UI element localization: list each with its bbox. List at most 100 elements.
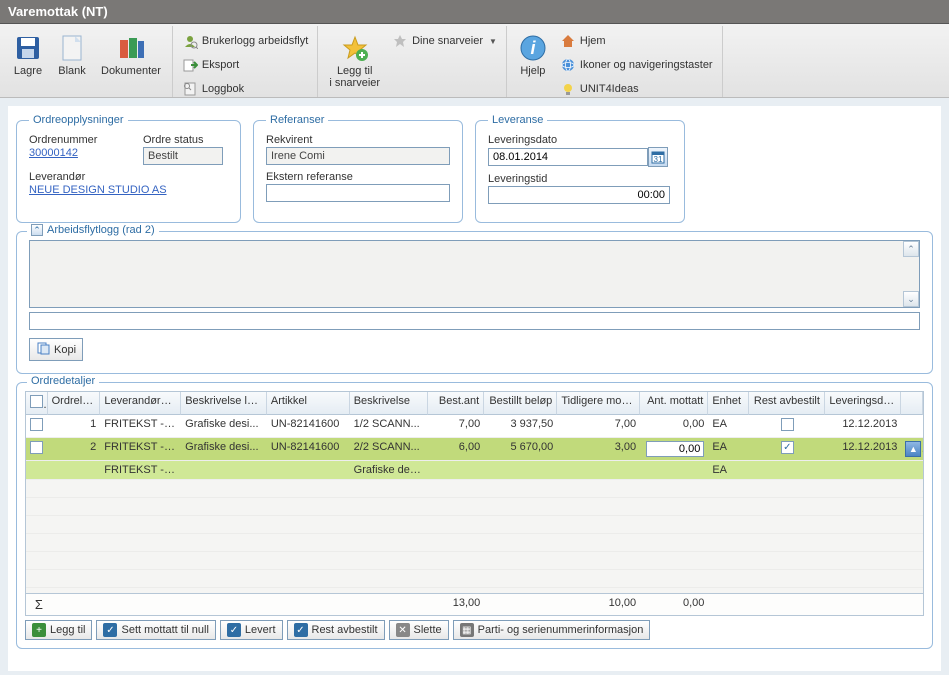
svg-text:31: 31 <box>654 155 663 164</box>
documents-button[interactable]: Dokumenter <box>94 28 168 80</box>
col-order-amount[interactable]: Bestillt beløp <box>484 392 557 415</box>
delivtime-input[interactable] <box>488 186 670 204</box>
references-panel: Referanser Rekvirent Ekstern referanse <box>253 114 463 223</box>
delivtime-label: Leveringstid <box>488 173 672 185</box>
cell-unit: EA <box>708 438 749 460</box>
collapse-icon[interactable]: ⌃ <box>31 224 43 236</box>
plus-icon: + <box>32 623 46 637</box>
star-add-icon <box>340 33 370 63</box>
userlog-label: Brukerlogg arbeidsflyt <box>202 35 308 47</box>
cell-delivery-date: 12.12.2013 <box>825 438 901 460</box>
row-checkbox[interactable] <box>30 418 43 431</box>
userlog-workflow-button[interactable]: Brukerlogg arbeidsflyt <box>177 30 313 52</box>
col-article[interactable]: Artikkel <box>267 392 350 415</box>
cell-article: UN-82141600 <box>267 415 350 437</box>
add-shortcut-label2: i snarveier <box>329 77 380 89</box>
grid-header-row: Ordrelinje Leverandørar... Beskrivelse l… <box>26 392 923 415</box>
blank-button[interactable]: Blank <box>50 28 94 80</box>
batch-label: Parti- og serienummerinformasjon <box>478 624 644 636</box>
requisitioner-field <box>266 147 450 165</box>
collapse-row-icon[interactable]: ▲ <box>905 441 921 457</box>
export-label: Eksport <box>202 59 239 71</box>
delivdate-input[interactable] <box>488 148 648 166</box>
table-row[interactable]: 1 FRITEKST - N... Grafiske desi... UN-82… <box>26 415 923 438</box>
copy-label: Kopi <box>54 344 76 356</box>
order-info-legend: Ordreopplysninger <box>29 114 128 126</box>
lightbulb-icon <box>560 81 576 97</box>
delivered-button[interactable]: ✓Levert <box>220 620 283 640</box>
save-button[interactable]: Lagre <box>6 28 50 80</box>
workflow-log-textarea[interactable]: ⌃ ⌄ <box>29 240 920 308</box>
col-supplier-desc[interactable]: Beskrivelse le... <box>181 392 267 415</box>
home-icon <box>560 33 576 49</box>
col-qty-received[interactable]: Ant. mottatt <box>640 392 708 415</box>
help-button[interactable]: i Hjelp <box>511 28 555 80</box>
rest-checkbox[interactable] <box>781 418 794 431</box>
cell-prev-received: 7,00 <box>557 415 640 437</box>
your-shortcuts-dropdown[interactable]: Dine snarveier ▼ <box>387 30 502 52</box>
icons-nav-link[interactable]: Ikoner og navigeringstaster <box>555 54 718 76</box>
extref-input[interactable] <box>266 184 450 202</box>
batch-serial-button[interactable]: ▦ Parti- og serienummerinformasjon <box>453 620 651 640</box>
rest-checkbox[interactable] <box>781 441 794 454</box>
rest-cancelled-button[interactable]: ✓Rest avbestilt <box>287 620 385 640</box>
calendar-icon[interactable]: 31 <box>648 147 668 167</box>
cell-supplier-article: FRITEKST - N... <box>100 415 181 437</box>
workflow-input[interactable] <box>29 312 920 330</box>
orderdetails-legend: Ordredetaljer <box>31 375 95 387</box>
sigma-icon: Σ <box>26 594 48 615</box>
set-received-zero-button[interactable]: ✓Sett mottatt til null <box>96 620 215 640</box>
row-checkbox[interactable] <box>30 441 43 454</box>
add-row-button[interactable]: +Legg til <box>25 620 92 640</box>
col-unit[interactable]: Enhet <box>708 392 749 415</box>
home-link[interactable]: Hjem <box>555 30 718 52</box>
ordernum-link[interactable]: 30000142 <box>29 147 78 159</box>
delivered-label: Levert <box>245 624 276 636</box>
sum-order-qty: 13,00 <box>428 594 485 615</box>
delete-icon: ✕ <box>396 623 410 637</box>
logbook-button[interactable]: Loggbok <box>177 78 313 100</box>
check-icon: ✓ <box>103 623 117 637</box>
supplier-link[interactable]: NEUE DESIGN STUDIO AS <box>29 184 167 196</box>
userlog-icon <box>182 33 198 49</box>
col-order-qty[interactable]: Best.ant <box>428 392 485 415</box>
export-button[interactable]: Eksport <box>177 54 313 76</box>
col-supplier-article[interactable]: Leverandørar... <box>100 392 181 415</box>
cell-order-amount: 5 670,00 <box>484 438 557 460</box>
workflow-log-section: ⌃ Arbeidsflytlogg (rad 2) ⌃ ⌄ Kopi <box>16 231 933 374</box>
order-info-panel: Ordreopplysninger Ordrenummer 30000142 O… <box>16 114 241 223</box>
delivery-legend: Leveranse <box>488 114 547 126</box>
unit4ideas-link[interactable]: UNIT4Ideas <box>555 78 718 100</box>
help-label: Hjelp <box>520 65 545 77</box>
supplier-label: Leverandør <box>29 171 228 183</box>
cell-article: UN-82141600 <box>267 438 350 460</box>
documents-icon <box>116 33 146 63</box>
logbook-label: Loggbok <box>202 83 244 95</box>
col-orderline[interactable]: Ordrelinje <box>48 392 101 415</box>
order-details-section: Ordredetaljer Ordrelinje Leverandørar...… <box>16 382 933 649</box>
scroll-up-button[interactable]: ⌃ <box>903 241 919 257</box>
grid-icon: ▦ <box>460 623 474 637</box>
grid-body: 1 FRITEKST - N... Grafiske desi... UN-82… <box>26 415 923 593</box>
col-delivery-date[interactable]: Leveringsdato <box>825 392 901 415</box>
subcell-description: Grafiske desig... <box>350 461 428 479</box>
add-shortcut-button[interactable]: Legg til i snarveier <box>322 28 387 92</box>
col-rest-cancelled[interactable]: Rest avbestilt <box>749 392 825 415</box>
cell-unit: EA <box>708 415 749 437</box>
delete-button[interactable]: ✕Slette <box>389 620 449 640</box>
col-description[interactable]: Beskrivelse <box>350 392 428 415</box>
table-subrow: FRITEKST - NE... Grafiske desig... EA <box>26 461 923 480</box>
qty-received-input[interactable] <box>646 441 704 457</box>
cell-description: 1/2 SCANN... <box>350 415 428 437</box>
sum-prev-received: 10,00 <box>557 594 640 615</box>
save-icon <box>13 33 43 63</box>
col-prev-received[interactable]: Tidligere mott... <box>557 392 640 415</box>
subcell-unit: EA <box>708 461 749 479</box>
icons-nav-label: Ikoner og navigeringstaster <box>580 59 713 71</box>
copy-icon <box>36 341 50 358</box>
header-checkbox[interactable] <box>26 392 48 415</box>
scroll-down-button[interactable]: ⌄ <box>903 291 919 307</box>
copy-button[interactable]: Kopi <box>29 338 83 361</box>
star-icon <box>392 33 408 49</box>
table-row[interactable]: 2 FRITEKST - N... Grafiske desi... UN-82… <box>26 438 923 461</box>
